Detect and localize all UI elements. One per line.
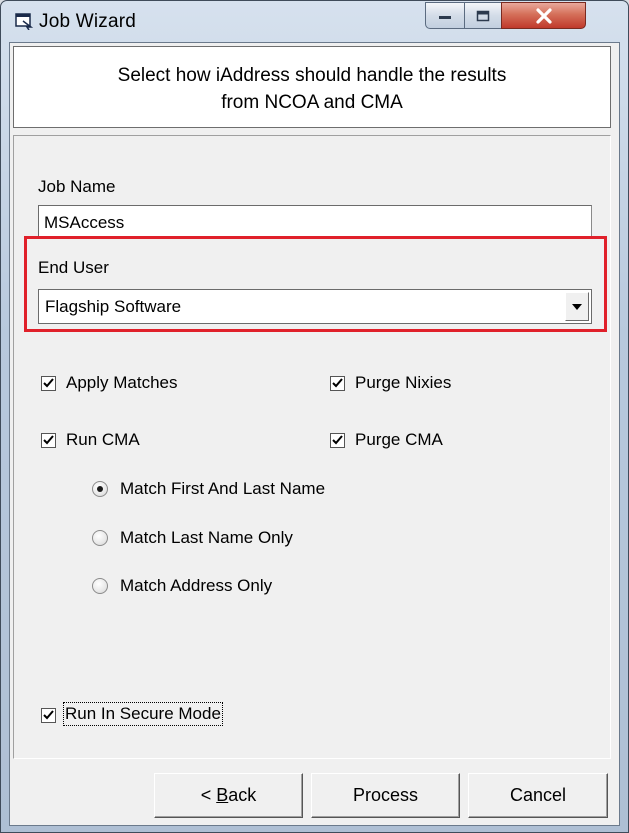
app-window-icon [15,12,34,31]
checkmark-icon [43,378,54,388]
run-cma-label[interactable]: Run CMA [66,430,140,450]
minimize-button[interactable] [425,2,465,29]
checkmark-icon [332,435,343,445]
purge-nixies-label[interactable]: Purge Nixies [355,373,451,393]
instruction-header: Select how iAddress should handle the re… [13,46,611,128]
end-user-selected: Flagship Software [45,297,182,316]
back-button[interactable]: < Back [154,773,303,818]
job-name-label: Job Name [38,177,116,196]
job-name-value: MSAccess [44,213,125,232]
match-first-last-label[interactable]: Match First And Last Name [120,479,325,499]
run-cma-checkbox[interactable] [41,433,56,448]
checkmark-icon [43,710,54,720]
secure-mode-checkbox[interactable] [41,708,56,723]
instruction-line-1: Select how iAddress should handle the re… [117,65,507,86]
back-button-prefix: < [200,785,217,805]
purge-cma-label[interactable]: Purge CMA [355,430,443,450]
match-address-radio[interactable] [92,578,108,594]
purge-cma-checkbox[interactable] [330,433,345,448]
wizard-body: Select how iAddress should handle the re… [9,42,620,826]
job-wizard-window: Job Wizard Select how iAddress should ha… [0,0,629,833]
radio-selected-dot [97,486,103,492]
back-button-accel: B [216,785,229,805]
purge-nixies-checkbox[interactable] [330,376,345,391]
process-button[interactable]: Process [311,773,460,818]
secure-mode-label[interactable]: Run In Secure Mode [63,702,223,726]
match-last-name-radio[interactable] [92,530,108,546]
match-last-name-label[interactable]: Match Last Name Only [120,528,293,548]
instruction-text: Select how iAddress should handle the re… [24,62,600,116]
chevron-down-icon [572,304,582,310]
match-first-last-radio[interactable] [92,481,108,497]
apply-matches-label[interactable]: Apply Matches [66,373,178,393]
close-button[interactable] [501,2,586,29]
dropdown-arrow-button[interactable] [565,292,589,321]
checkmark-icon [43,435,54,445]
job-name-input[interactable]: MSAccess [38,205,592,239]
end-user-dropdown[interactable]: Flagship Software [38,289,592,324]
apply-matches-checkbox[interactable] [41,376,56,391]
checkmark-icon [332,378,343,388]
maximize-button[interactable] [464,2,502,29]
window-title: Job Wizard [39,11,137,32]
instruction-line-2: from NCOA and CMA [221,92,403,113]
end-user-label: End User [38,258,109,277]
match-address-label[interactable]: Match Address Only [120,576,272,596]
title-bar[interactable]: Job Wizard [1,1,628,41]
cancel-button[interactable]: Cancel [468,773,608,818]
back-button-rest: ack [228,785,257,805]
